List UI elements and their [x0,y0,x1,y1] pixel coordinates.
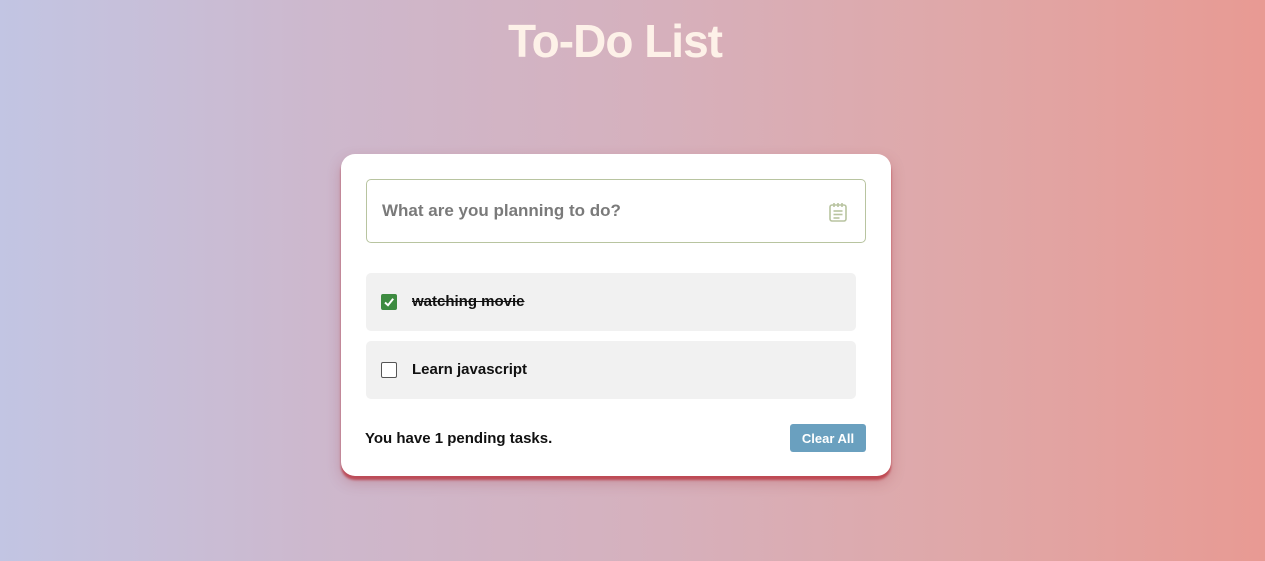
task-input[interactable] [367,180,865,242]
task-item[interactable]: watching movie [366,273,856,331]
task-label: Learn javascript [412,361,528,378]
clear-all-button[interactable]: Clear All [790,424,866,452]
task-item[interactable]: Learn javascript [366,341,856,399]
checkmark-icon [384,298,394,307]
task-checkbox[interactable] [381,294,397,310]
status-prefix: You have [365,430,435,447]
status-suffix: pending tasks. [443,430,553,447]
pending-status: You have 1 pending tasks. [365,430,552,447]
pending-count: 1 [434,430,444,447]
task-input-wrapper [366,179,866,243]
task-label: watching movie [412,293,525,310]
notepad-icon [827,201,849,223]
page-title: To-Do List [508,15,723,67]
todo-card: watching movie Learn javascript You have… [341,154,891,476]
task-list: watching movie Learn javascript [366,273,856,409]
task-checkbox[interactable] [381,362,397,378]
